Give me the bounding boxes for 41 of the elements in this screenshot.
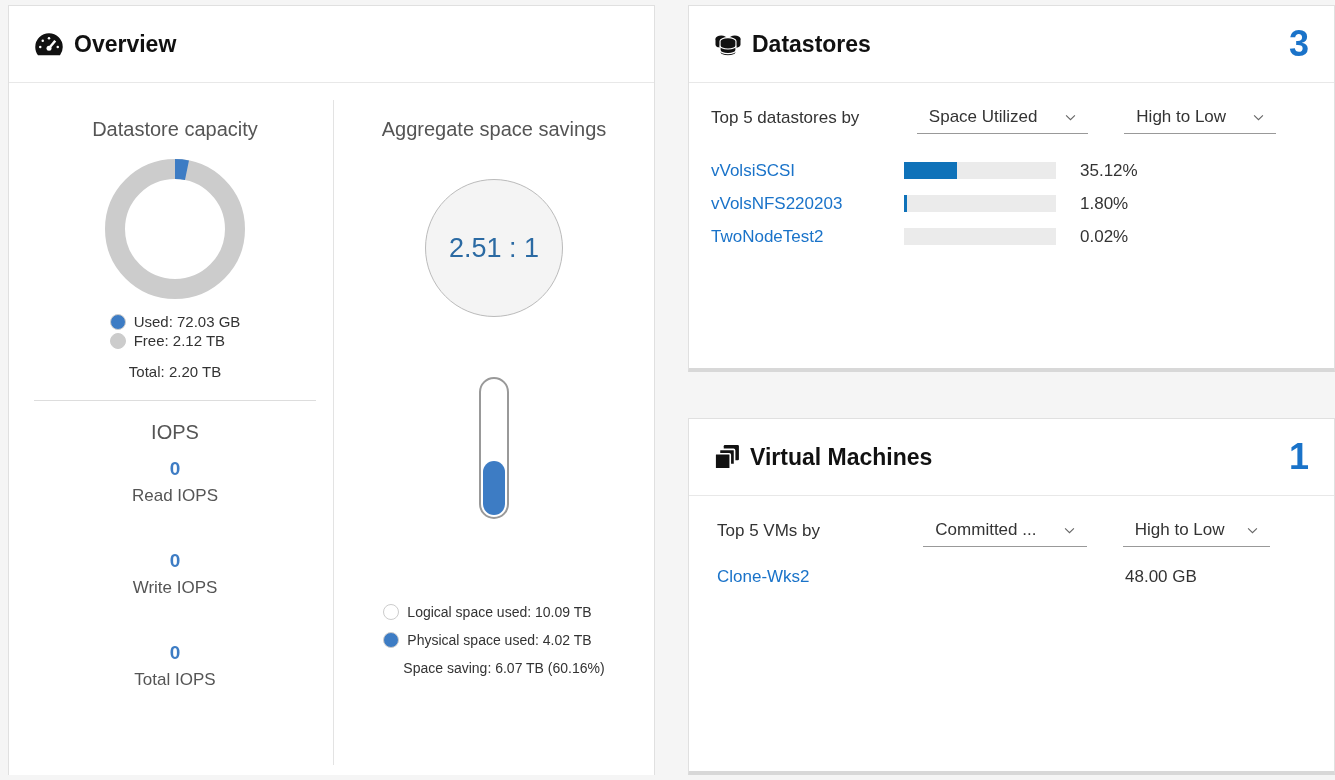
section-title: IOPS [151,421,199,444]
chevron-icon [1253,113,1264,121]
legend-label: Free: 2.12 TB [133,332,226,349]
order-dropdown[interactable]: High to Low [1124,101,1276,134]
vm-link[interactable]: Clone-Wks2 [717,567,910,588]
ratio-circle: 2.51 : 1 [425,179,563,317]
vm-value: 48.00 GB [1125,567,1197,588]
filter-label: Top 5 VMs by [717,520,821,541]
card-title: Datastores [752,30,871,58]
usage-value: 35.12% [1080,160,1138,181]
usage-value: 0.02% [1080,226,1129,247]
datastore-link[interactable]: vVolsNFS220203 [711,193,904,214]
metric-value: 0 [169,550,181,572]
legend-label: Used: 72.03 GB [133,313,241,330]
saving-label: Space saving: 6.07 TB (60.16%) [402,660,605,676]
card-title: Virtual Machines [750,443,933,471]
total-label: Total: 2.20 TB [128,363,222,380]
count-label: 3 [1288,23,1309,65]
section-title: Aggregate space savings [381,118,607,141]
order-dropdown[interactable]: High to Low [1122,514,1270,548]
legend-label: Logical space used: 10.09 TB [407,604,592,620]
metric-label: Read IOPS [132,486,218,506]
stacked-windows-icon [714,444,740,471]
chevron-icon [1247,526,1258,534]
card-title: Overview [74,30,177,58]
metric-label: Write IOPS [132,578,218,598]
metric-dropdown[interactable]: Space Utilized [916,101,1089,134]
datastore-link[interactable]: vVolsiSCSI [711,160,904,181]
legend-label: Physical space used: 4.02 TB [407,632,592,648]
chevron-icon [1063,526,1075,534]
filter-label: Top 5 datastores by [711,107,861,128]
metric-dropdown[interactable]: Committed ... [923,514,1087,548]
speedometer-icon [34,31,64,57]
metric-label: Total IOPS [134,670,216,690]
chevron-icon [1065,113,1077,121]
section-title: Datastore capacity [92,118,258,141]
datastore-link[interactable]: TwoNodeTest2 [711,226,904,247]
metric-value: 0 [169,642,181,664]
usage-value: 1.80% [1080,193,1129,214]
metric-value: 0 [169,458,181,480]
count-label: 1 [1288,436,1309,479]
